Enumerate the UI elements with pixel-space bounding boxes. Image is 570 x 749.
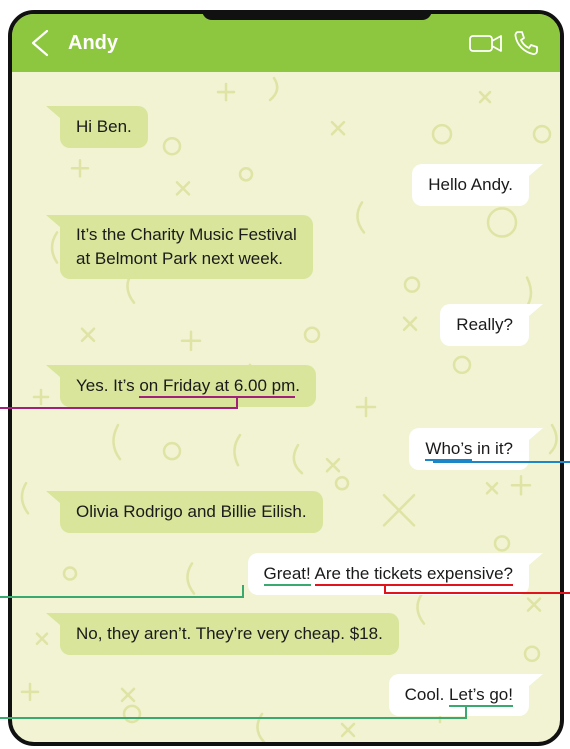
highlighted-phrase: Are the tickets expensive? <box>314 564 513 586</box>
back-button[interactable] <box>12 14 68 72</box>
chat-area[interactable]: Hi Ben. Hello Andy. It’s the Charity Mus… <box>12 72 560 742</box>
message-incoming: No, they aren’t. They’re very cheap. $18… <box>46 613 399 655</box>
phone-frame: Andy Hi Ben. Hello Andy. It’s the Charit… <box>8 10 564 746</box>
message-text: Yes. It’s <box>76 376 140 395</box>
chevron-left-icon <box>31 29 49 57</box>
highlighted-phrase: Let’s go! <box>449 685 513 707</box>
message-outgoing: Great! Are the tickets expensive? <box>247 553 543 595</box>
message-outgoing: Really? <box>440 304 543 346</box>
message-text: Cool. <box>404 685 450 704</box>
video-call-button[interactable] <box>466 14 506 72</box>
message-text-line: at Belmont Park next week. <box>76 249 283 268</box>
message-incoming: Hi Ben. <box>46 106 148 148</box>
message-text: . <box>295 376 300 395</box>
highlighted-phrase: Great! <box>263 564 311 586</box>
message-incoming: Olivia Rodrigo and Billie Eilish. <box>46 491 323 533</box>
message-text: Really? <box>456 315 513 334</box>
highlighted-phrase: on Friday at 6.00 pm <box>139 376 296 398</box>
message-outgoing: Cool. Let’s go! <box>388 674 544 716</box>
message-text: Olivia Rodrigo and Billie Eilish. <box>76 502 307 521</box>
message-text: No, they aren’t. They’re very cheap. $18… <box>76 624 383 643</box>
phone-icon <box>514 31 538 55</box>
message-incoming: Yes. It’s on Friday at 6.00 pm. <box>46 365 316 407</box>
message-text: Hi Ben. <box>76 117 132 136</box>
contact-name: Andy <box>68 31 118 54</box>
highlighted-phrase: Who’s <box>425 439 473 461</box>
chat-header: Andy <box>12 14 560 72</box>
message-text: Hello Andy. <box>428 175 513 194</box>
voice-call-button[interactable] <box>506 14 546 72</box>
message-text: in it? <box>472 439 513 458</box>
video-camera-icon <box>469 35 502 52</box>
phone-notch <box>202 14 432 20</box>
message-text <box>311 564 315 583</box>
message-outgoing: Hello Andy. <box>412 164 543 206</box>
message-outgoing: Who’s in it? <box>409 428 543 470</box>
message-text-line: It’s the Charity Music Festival <box>76 225 297 244</box>
message-incoming: It’s the Charity Music Festival at Belmo… <box>46 215 313 279</box>
